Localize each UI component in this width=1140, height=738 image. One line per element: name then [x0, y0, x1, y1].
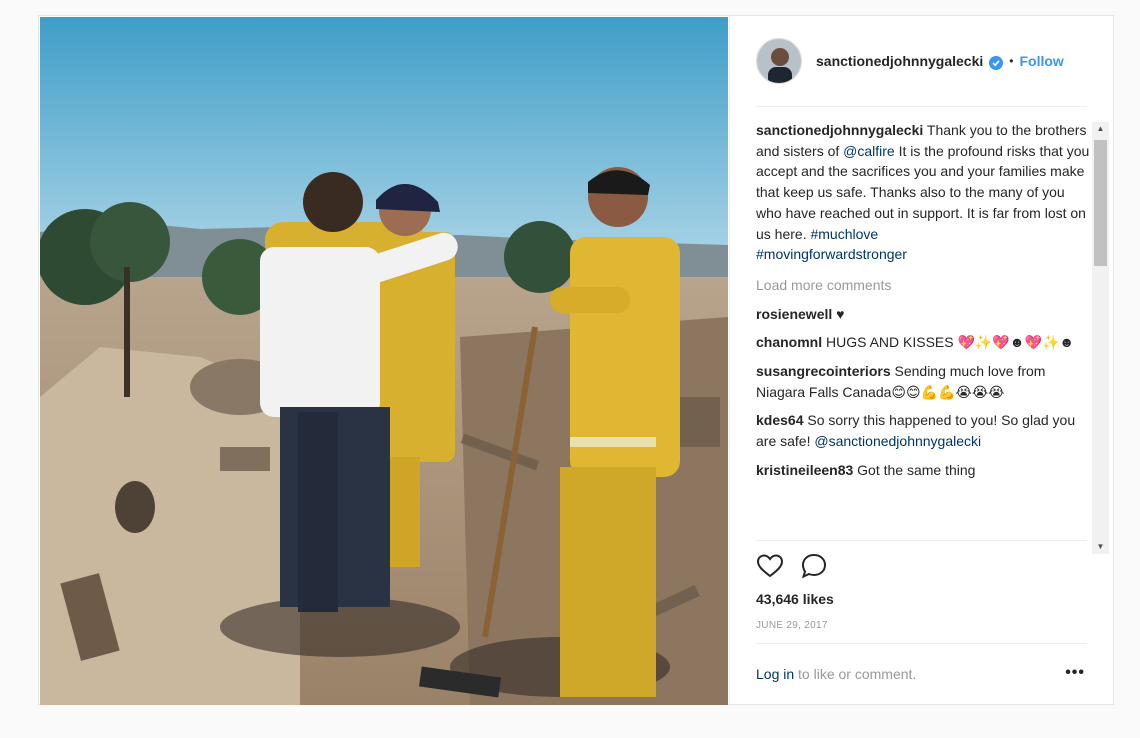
instagram-post: sanctionedjohnnygalecki • Follow sanctio… — [38, 15, 1114, 705]
firefighters-hug-image — [40, 17, 728, 705]
post-photo[interactable] — [40, 17, 728, 705]
scroll-down-arrow-icon[interactable]: ▼ — [1092, 540, 1109, 554]
post-caption: sanctionedjohnnygalecki Thank you to the… — [756, 120, 1092, 265]
login-prompt-text: to like or comment. — [794, 666, 917, 682]
comment-item: chanomnl HUGS AND KISSES 💖✨💖☻💖✨☻ — [756, 332, 1092, 353]
divider — [756, 106, 1087, 107]
comment-text: ♥ — [832, 305, 845, 322]
heart-icon[interactable] — [756, 552, 784, 580]
comment-username[interactable]: susangrecointeriors — [756, 363, 891, 379]
comment-username[interactable]: chanomnl — [756, 334, 822, 350]
caption-mention[interactable]: @calfire — [843, 143, 895, 159]
comments-list: sanctionedjohnnygalecki Thank you to the… — [756, 120, 1092, 540]
comment-bubble-icon[interactable] — [800, 552, 828, 580]
comment-username[interactable]: kristineileen83 — [756, 462, 853, 478]
more-options-icon[interactable]: ••• — [1065, 664, 1085, 682]
hashtag-movingforwardstronger[interactable]: #movingforwardstronger — [756, 246, 907, 262]
comment-text: Got the same thing — [853, 461, 976, 478]
scroll-up-arrow-icon[interactable]: ▲ — [1092, 122, 1109, 136]
comments-scrollbar[interactable]: ▲ ▼ — [1092, 122, 1109, 554]
comment-item: kristineileen83 Got the same thing — [756, 460, 1092, 481]
divider — [756, 643, 1087, 644]
hashtag-muchlove[interactable]: #muchlove — [810, 226, 878, 242]
separator-dot: • — [1009, 54, 1014, 68]
comment-username[interactable]: kdes64 — [756, 412, 803, 428]
comment-item: rosienewell ♥ — [756, 304, 1092, 325]
post-actions — [756, 552, 828, 580]
scrollbar-thumb[interactable] — [1094, 140, 1107, 266]
load-more-comments-button[interactable]: Load more comments — [756, 275, 1092, 296]
comment-mention[interactable]: @sanctionedjohnnygalecki — [814, 433, 981, 449]
follow-button[interactable]: Follow — [1019, 53, 1063, 69]
login-prompt: Log in to like or comment. — [756, 666, 916, 682]
login-link[interactable]: Log in — [756, 666, 794, 682]
comment-item: susangrecointeriors Sending much love fr… — [756, 361, 1092, 402]
post-header: sanctionedjohnnygalecki • Follow — [730, 16, 1114, 106]
caption-username[interactable]: sanctionedjohnnygalecki — [756, 122, 923, 138]
avatar[interactable] — [756, 38, 802, 84]
comment-username[interactable]: rosienewell — [756, 306, 832, 322]
comment-item: kdes64 So sorry this happened to you! So… — [756, 410, 1092, 451]
comment-text: HUGS AND KISSES 💖✨💖☻💖✨☻ — [822, 334, 1075, 351]
like-count[interactable]: 43,646 likes — [756, 591, 834, 607]
divider — [756, 540, 1087, 541]
verified-badge-icon — [989, 56, 1004, 70]
post-date: JUNE 29, 2017 — [756, 620, 828, 631]
post-sidebar: sanctionedjohnnygalecki • Follow sanctio… — [729, 16, 1113, 704]
header-username[interactable]: sanctionedjohnnygalecki — [816, 53, 983, 69]
